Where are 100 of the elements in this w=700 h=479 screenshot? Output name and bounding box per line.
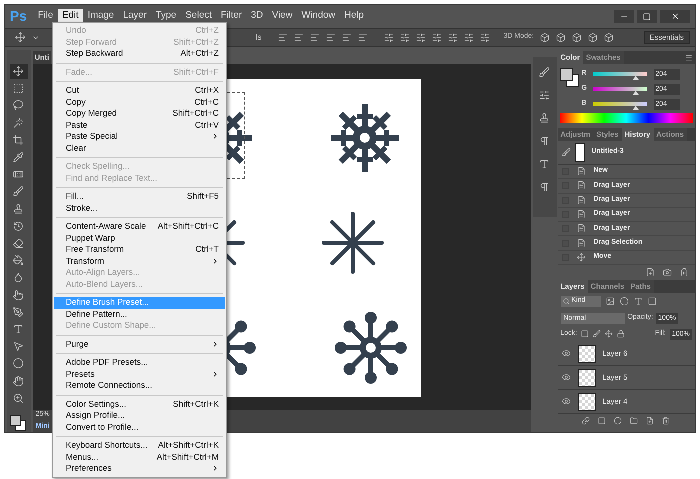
menu-entry[interactable]: Paste Special (54, 131, 225, 142)
move-icon[interactable] (605, 330, 614, 338)
menu-item[interactable]: View (268, 8, 297, 24)
menu-entry[interactable]: Keyboard Shortcuts... Alt+Shift+Ctrl+K (54, 440, 225, 452)
lock-icon[interactable] (617, 330, 626, 338)
document-icon[interactable] (576, 224, 586, 234)
menu-entry[interactable]: Copy Ctrl+C (54, 96, 225, 108)
align-icon[interactable] (294, 32, 304, 42)
paint-bucket-icon[interactable] (13, 255, 24, 266)
ellipse-icon[interactable] (13, 358, 24, 370)
mask-icon[interactable] (598, 416, 606, 425)
sliders-icon[interactable] (539, 90, 550, 101)
menu-entry[interactable]: Adobe PDF Presets... (54, 357, 225, 368)
menu-item[interactable]: Filter (217, 8, 246, 24)
menu-entry[interactable]: Clear (54, 142, 225, 154)
color-swatches[interactable] (560, 68, 580, 88)
eye-icon[interactable] (562, 397, 571, 406)
menu-entry[interactable]: Content-Aware Scale Alt+Shift+Ctrl+C (54, 221, 225, 232)
menu-entry[interactable]: Convert to Profile... (54, 422, 225, 433)
folder-icon[interactable] (630, 416, 638, 425)
camera-icon[interactable] (662, 268, 672, 277)
brush-icon[interactable] (593, 330, 602, 338)
document-icon[interactable] (576, 210, 586, 220)
menu-entry[interactable]: Assign Profile... (54, 410, 225, 422)
adjustment-icon[interactable] (614, 416, 622, 425)
distribute-icon[interactable] (448, 32, 458, 42)
menu-entry[interactable]: Define Pattern... (54, 308, 225, 320)
align-icon[interactable] (342, 32, 352, 42)
distribute-icon[interactable] (416, 32, 426, 42)
menu-entry[interactable]: Fill... Shift+F5 (54, 191, 225, 202)
menu-entry[interactable]: Cut Ctrl+X (54, 85, 225, 96)
menu-entry[interactable]: Paste Ctrl+V (54, 120, 225, 131)
type-icon[interactable] (13, 324, 24, 335)
menu-entry[interactable]: Stroke... (54, 202, 225, 214)
document-icon[interactable] (576, 238, 586, 248)
align-icon[interactable] (278, 32, 288, 42)
color-spectrum[interactable] (560, 113, 693, 123)
type-icon[interactable] (634, 297, 643, 306)
stamp-icon[interactable] (13, 204, 24, 215)
new-document-icon[interactable] (646, 268, 655, 277)
close-icon[interactable] (670, 12, 680, 21)
menu-entry[interactable]: Presets (54, 368, 225, 380)
3d-icon[interactable] (588, 32, 598, 42)
brush-icon[interactable] (13, 186, 24, 198)
restore-button[interactable] (637, 10, 657, 23)
bandage-icon[interactable] (13, 169, 24, 180)
trash-icon[interactable] (680, 268, 689, 277)
align-icon[interactable] (358, 32, 368, 42)
image-icon[interactable] (606, 297, 615, 306)
crop-icon[interactable] (13, 134, 24, 146)
document-icon[interactable] (576, 196, 586, 205)
zoom-icon[interactable] (13, 392, 24, 404)
shape-icon[interactable] (648, 297, 657, 306)
finger-icon[interactable] (13, 290, 24, 301)
menu-entry[interactable]: Free Transform Ctrl+T (54, 244, 225, 256)
panel-menu-icon[interactable] (684, 54, 693, 62)
menu-item[interactable]: Layer (119, 8, 151, 24)
eraser-icon[interactable] (13, 238, 24, 249)
distribute-icon[interactable] (384, 32, 394, 42)
distribute-icon[interactable] (464, 32, 474, 42)
lasso-icon[interactable] (13, 100, 24, 112)
paragraph-icon[interactable] (539, 136, 550, 147)
hand-icon[interactable] (13, 376, 24, 387)
menu-item[interactable]: File (34, 8, 58, 24)
menu-entry[interactable]: Purge (54, 338, 225, 350)
brush-icon[interactable] (539, 67, 550, 78)
minimize-button[interactable] (614, 10, 634, 23)
distribute-icon[interactable] (480, 32, 490, 42)
document-icon[interactable] (576, 181, 586, 190)
pen-icon[interactable] (13, 306, 24, 318)
menu-item[interactable]: Select (182, 8, 216, 24)
3d-icon[interactable] (540, 32, 550, 42)
history-brush-icon[interactable] (13, 220, 24, 232)
eye-icon[interactable] (562, 349, 571, 358)
eye-icon[interactable] (562, 373, 571, 382)
menu-item[interactable]: Window (298, 8, 340, 24)
menu-entry[interactable]: Transform (54, 256, 225, 267)
wand-icon[interactable] (13, 118, 24, 129)
menu-entry[interactable]: Menus... Alt+Shift+Ctrl+M (54, 452, 225, 463)
3d-icon[interactable] (556, 32, 566, 42)
droplet-icon[interactable] (13, 272, 24, 284)
lock-pixels-icon[interactable] (581, 330, 590, 338)
3d-icon[interactable] (604, 32, 614, 42)
document-icon[interactable] (576, 167, 586, 176)
distribute-icon[interactable] (400, 32, 410, 42)
menu-item[interactable]: Help (340, 8, 368, 24)
align-icon[interactable] (310, 32, 320, 42)
restore-icon[interactable] (643, 12, 651, 20)
trash-icon[interactable] (662, 416, 670, 425)
menu-entry[interactable]: Copy Merged Shift+Ctrl+C (54, 108, 225, 120)
menu-item[interactable]: 3D (247, 8, 268, 24)
link-icon[interactable] (582, 416, 590, 425)
paragraph-icon[interactable] (539, 182, 550, 193)
3d-icon[interactable] (572, 32, 582, 42)
eyedropper-icon[interactable] (13, 152, 24, 163)
color-swatches[interactable] (8, 414, 29, 432)
circle-icon[interactable] (620, 297, 629, 306)
move-icon[interactable] (13, 66, 24, 77)
brush-icon[interactable] (562, 148, 571, 157)
menu-entry[interactable]: Preferences (54, 463, 225, 474)
